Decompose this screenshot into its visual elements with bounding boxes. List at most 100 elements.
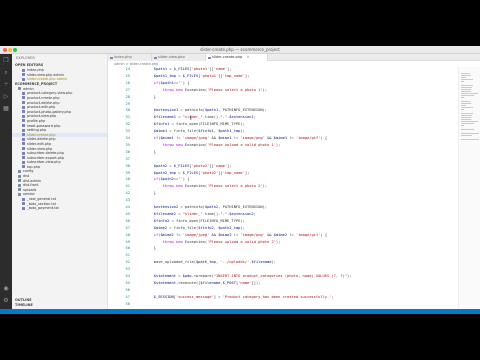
code-line[interactable]: $path1 = $_FILES['photo1']['name']; bbox=[136, 67, 232, 71]
code-line[interactable]: $path2_tmp = $_FILES['photo2']['tmp_name… bbox=[136, 171, 250, 175]
php-file-icon bbox=[22, 206, 25, 210]
line-number: 45 bbox=[125, 211, 130, 216]
php-file-icon bbox=[22, 124, 25, 128]
code-area[interactable]: $path1 = $_FILES['photo1']['name']; $pat… bbox=[136, 67, 458, 309]
line-number: 52 bbox=[125, 260, 130, 265]
code-line[interactable]: throw new Exception('Please upload a val… bbox=[136, 143, 281, 147]
line-number: 50 bbox=[125, 246, 130, 251]
file-label: product-photo-gallery.php bbox=[27, 109, 71, 114]
code-line[interactable]: $extension1 = pathinfo($path1, PATHINFO_… bbox=[136, 108, 267, 112]
explorer-sidebar: EXPLORER OPEN EDITORS index.php slider-vi… bbox=[12, 54, 108, 309]
code-line[interactable]: $filename1 = "slider_".time().".".$exten… bbox=[136, 115, 256, 119]
file-label: reset-password.php bbox=[27, 123, 61, 128]
tab-slider-view[interactable]: slider-view.php bbox=[152, 54, 206, 61]
minimap-line bbox=[461, 103, 472, 104]
php-file-icon bbox=[22, 105, 25, 109]
code-line[interactable]: $finfo1 = finfo_open(FILEINFO_MIME_TYPE)… bbox=[136, 122, 245, 126]
minimap-line bbox=[461, 117, 471, 118]
php-file-icon bbox=[22, 91, 25, 95]
file-label: slider-view.php admin bbox=[27, 72, 64, 77]
tab-label: slider-view.php bbox=[158, 55, 185, 59]
tab-index[interactable]: index.php bbox=[108, 54, 152, 61]
line-number: 36 bbox=[125, 149, 130, 154]
code-line[interactable]: $path2 = $_FILES['photo2']['name']; bbox=[136, 164, 232, 168]
line-number: 51 bbox=[125, 253, 130, 258]
account-icon[interactable]: ◉ bbox=[3, 286, 9, 292]
minimap-line bbox=[461, 105, 466, 106]
code-line[interactable]: if($mime1 != 'image/jpeg' && $mime1 != '… bbox=[136, 136, 327, 140]
line-number: 40 bbox=[125, 177, 130, 182]
gear-icon[interactable]: ⚙ bbox=[3, 298, 9, 304]
code-line[interactable]: } bbox=[136, 95, 156, 99]
php-file-icon bbox=[22, 165, 25, 169]
code-line[interactable]: } bbox=[136, 191, 156, 195]
php-file-icon bbox=[22, 147, 25, 150]
line-number: 25 bbox=[125, 73, 130, 78]
minimap-line bbox=[461, 121, 479, 122]
folder-icon bbox=[18, 183, 21, 187]
folder-icon bbox=[18, 188, 21, 192]
minimap-line bbox=[461, 133, 479, 134]
extensions-icon[interactable]: ▦ bbox=[3, 106, 9, 112]
code-line[interactable]: $mime1 = finfo_file($finfo1, $path1_tmp)… bbox=[136, 129, 245, 133]
file-item[interactable]: slider-create.php admin bbox=[12, 77, 107, 82]
code-line[interactable]: if($path2=='') { bbox=[136, 177, 190, 181]
file-label: top.php bbox=[27, 164, 41, 169]
code-line[interactable]: if($path1=='') { bbox=[136, 81, 190, 85]
code-line[interactable]: throw new Exception('Please select a pho… bbox=[136, 184, 267, 188]
minimap-line bbox=[461, 95, 474, 96]
code-line[interactable]: } bbox=[136, 246, 156, 250]
minimap-line bbox=[461, 119, 471, 120]
php-file-icon bbox=[110, 56, 113, 59]
code-line[interactable]: move_uploaded_file($path_tmp, '../upload… bbox=[136, 260, 276, 264]
code-line[interactable]: throw new Exception('Please upload a val… bbox=[136, 240, 281, 244]
minimap[interactable] bbox=[458, 67, 480, 309]
line-number: 55 bbox=[125, 280, 130, 285]
code-line[interactable]: $finfo2 = finfo_open(FILEINFO_MIME_TYPE)… bbox=[136, 219, 245, 223]
code-line[interactable]: $path1_tmp = $_FILES['photo1']['tmp_name… bbox=[136, 74, 250, 78]
file-item[interactable]: _todo_payment.txt bbox=[12, 206, 107, 211]
code-editor[interactable]: 24 25 26 27 28 29 30 31 32 33 34 35 36 37 38 39 40 41 42 43… bbox=[108, 67, 458, 309]
tab-label: index.php bbox=[114, 55, 132, 59]
code-line[interactable]: $statement = $pdo->prepare("INSERT INTO … bbox=[136, 274, 352, 278]
minimap-line bbox=[461, 129, 474, 130]
source-control-icon[interactable]: ⑂ bbox=[3, 82, 9, 88]
code-line[interactable]: throw new Exception('Please select a pho… bbox=[136, 88, 267, 92]
line-number: 48 bbox=[125, 232, 130, 237]
timeline-header[interactable]: TIMELINE bbox=[12, 303, 36, 308]
line-number: 58 bbox=[125, 301, 130, 306]
code-line[interactable]: $filename2 = "slider_".time().".".$exten… bbox=[136, 212, 256, 216]
minimap-line bbox=[461, 135, 473, 136]
code-line[interactable]: $extension2 = pathinfo($path2, PATHINFO_… bbox=[136, 205, 267, 209]
line-number: 28 bbox=[125, 94, 130, 99]
minimap-line bbox=[461, 109, 464, 110]
line-number-gutter: 24 25 26 27 28 29 30 31 32 33 34 35 36 37 38 39 40 41 42 43… bbox=[108, 67, 134, 309]
minimap-line bbox=[461, 73, 470, 74]
close-tab-icon[interactable]: ✕ bbox=[246, 55, 249, 59]
run-debug-icon[interactable]: ▷ bbox=[3, 94, 9, 100]
minimap-line bbox=[461, 107, 473, 108]
php-file-icon bbox=[22, 151, 25, 155]
tab-slider-create[interactable]: slider-create.php ✕ bbox=[206, 54, 268, 61]
minimap-line bbox=[461, 77, 466, 78]
file-label: product-edit.php bbox=[27, 105, 56, 110]
activity-bar: ❐ ⌕ ⑂ ▷ ▦ ◉ ⚙ bbox=[0, 54, 12, 309]
files-icon[interactable]: ❐ bbox=[3, 58, 9, 64]
code-line[interactable]: } bbox=[136, 150, 156, 154]
code-line[interactable]: $_SESSION['success_message'] = 'Product … bbox=[136, 295, 334, 299]
minimap-line bbox=[461, 93, 479, 94]
code-line[interactable]: $statement->execute([$filename,$_POST['n… bbox=[136, 281, 261, 285]
line-number: 35 bbox=[125, 142, 130, 147]
line-number: 57 bbox=[125, 294, 130, 299]
minimap-line bbox=[461, 87, 472, 88]
php-file-icon bbox=[22, 96, 25, 100]
tab-label: slider-create.php bbox=[212, 55, 243, 59]
code-line[interactable]: if($mime2 != 'image/jpeg' && $mime2 != '… bbox=[136, 233, 327, 237]
search-icon[interactable]: ⌕ bbox=[3, 70, 9, 76]
line-number: 47 bbox=[125, 225, 130, 230]
code-line[interactable]: $mime2 = finfo_file($finfo2, $path2_tmp)… bbox=[136, 226, 245, 230]
file-label: slider-delete.php bbox=[27, 137, 56, 142]
line-number: 38 bbox=[125, 163, 130, 168]
window-title: slider-create.php — ecommerce_project bbox=[200, 47, 280, 52]
line-number: 49 bbox=[125, 239, 130, 244]
